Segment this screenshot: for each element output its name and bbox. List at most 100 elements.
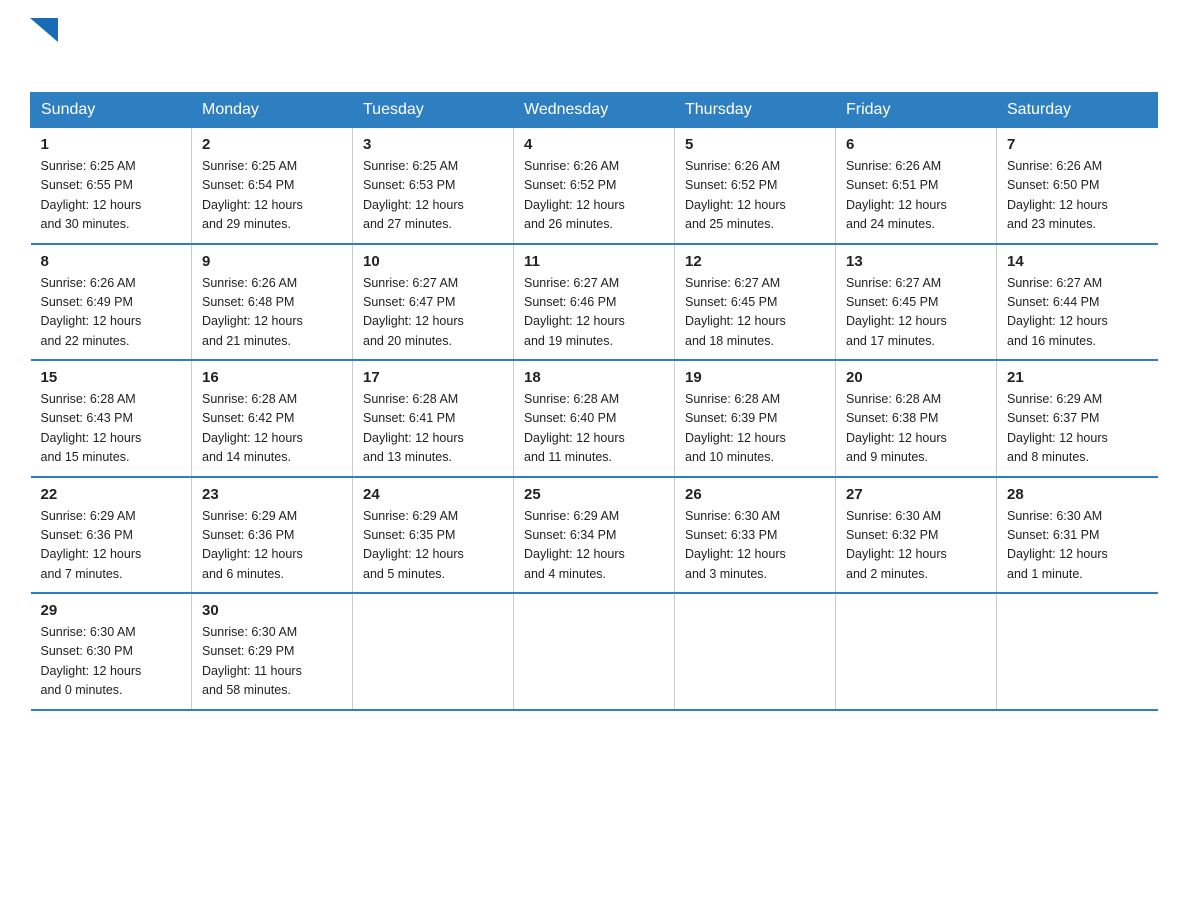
day-number: 2 <box>202 136 342 153</box>
calendar-cell: 11 Sunrise: 6:27 AMSunset: 6:46 PMDaylig… <box>514 244 675 361</box>
day-info: Sunrise: 6:25 AMSunset: 6:55 PMDaylight:… <box>41 157 182 235</box>
day-info: Sunrise: 6:26 AMSunset: 6:49 PMDaylight:… <box>41 274 182 352</box>
day-number: 1 <box>41 136 182 153</box>
day-info: Sunrise: 6:29 AMSunset: 6:34 PMDaylight:… <box>524 507 664 585</box>
calendar-cell: 1 Sunrise: 6:25 AMSunset: 6:55 PMDayligh… <box>31 128 192 244</box>
calendar-cell <box>675 593 836 710</box>
day-info: Sunrise: 6:27 AMSunset: 6:46 PMDaylight:… <box>524 274 664 352</box>
calendar-cell: 21 Sunrise: 6:29 AMSunset: 6:37 PMDaylig… <box>997 360 1158 477</box>
calendar-cell: 26 Sunrise: 6:30 AMSunset: 6:33 PMDaylig… <box>675 477 836 594</box>
day-number: 20 <box>846 369 986 386</box>
calendar-cell: 22 Sunrise: 6:29 AMSunset: 6:36 PMDaylig… <box>31 477 192 594</box>
day-info: Sunrise: 6:26 AMSunset: 6:52 PMDaylight:… <box>685 157 825 235</box>
day-info: Sunrise: 6:30 AMSunset: 6:32 PMDaylight:… <box>846 507 986 585</box>
day-number: 9 <box>202 253 342 270</box>
calendar-cell: 18 Sunrise: 6:28 AMSunset: 6:40 PMDaylig… <box>514 360 675 477</box>
day-number: 10 <box>363 253 503 270</box>
logo <box>30 20 58 76</box>
day-number: 27 <box>846 486 986 503</box>
calendar-cell: 14 Sunrise: 6:27 AMSunset: 6:44 PMDaylig… <box>997 244 1158 361</box>
day-number: 25 <box>524 486 664 503</box>
calendar-cell: 4 Sunrise: 6:26 AMSunset: 6:52 PMDayligh… <box>514 128 675 244</box>
calendar-cell: 9 Sunrise: 6:26 AMSunset: 6:48 PMDayligh… <box>192 244 353 361</box>
day-number: 6 <box>846 136 986 153</box>
day-number: 28 <box>1007 486 1148 503</box>
calendar-cell: 3 Sunrise: 6:25 AMSunset: 6:53 PMDayligh… <box>353 128 514 244</box>
weekday-header-row: SundayMondayTuesdayWednesdayThursdayFrid… <box>31 93 1158 128</box>
day-info: Sunrise: 6:28 AMSunset: 6:41 PMDaylight:… <box>363 390 503 468</box>
calendar-cell: 30 Sunrise: 6:30 AMSunset: 6:29 PMDaylig… <box>192 593 353 710</box>
day-info: Sunrise: 6:27 AMSunset: 6:45 PMDaylight:… <box>685 274 825 352</box>
day-info: Sunrise: 6:28 AMSunset: 6:38 PMDaylight:… <box>846 390 986 468</box>
calendar-cell: 27 Sunrise: 6:30 AMSunset: 6:32 PMDaylig… <box>836 477 997 594</box>
calendar-cell: 6 Sunrise: 6:26 AMSunset: 6:51 PMDayligh… <box>836 128 997 244</box>
weekday-header-monday: Monday <box>192 93 353 128</box>
day-info: Sunrise: 6:30 AMSunset: 6:30 PMDaylight:… <box>41 623 182 701</box>
weekday-header-saturday: Saturday <box>997 93 1158 128</box>
day-number: 11 <box>524 253 664 270</box>
day-number: 26 <box>685 486 825 503</box>
day-info: Sunrise: 6:25 AMSunset: 6:53 PMDaylight:… <box>363 157 503 235</box>
calendar-cell: 17 Sunrise: 6:28 AMSunset: 6:41 PMDaylig… <box>353 360 514 477</box>
day-info: Sunrise: 6:30 AMSunset: 6:33 PMDaylight:… <box>685 507 825 585</box>
day-info: Sunrise: 6:26 AMSunset: 6:51 PMDaylight:… <box>846 157 986 235</box>
day-info: Sunrise: 6:30 AMSunset: 6:29 PMDaylight:… <box>202 623 342 701</box>
calendar-cell: 13 Sunrise: 6:27 AMSunset: 6:45 PMDaylig… <box>836 244 997 361</box>
calendar-cell: 15 Sunrise: 6:28 AMSunset: 6:43 PMDaylig… <box>31 360 192 477</box>
calendar-cell <box>514 593 675 710</box>
day-info: Sunrise: 6:26 AMSunset: 6:48 PMDaylight:… <box>202 274 342 352</box>
weekday-header-wednesday: Wednesday <box>514 93 675 128</box>
day-number: 17 <box>363 369 503 386</box>
day-number: 21 <box>1007 369 1148 386</box>
day-info: Sunrise: 6:28 AMSunset: 6:43 PMDaylight:… <box>41 390 182 468</box>
day-info: Sunrise: 6:30 AMSunset: 6:31 PMDaylight:… <box>1007 507 1148 585</box>
day-info: Sunrise: 6:29 AMSunset: 6:35 PMDaylight:… <box>363 507 503 585</box>
week-row-2: 8 Sunrise: 6:26 AMSunset: 6:49 PMDayligh… <box>31 244 1158 361</box>
calendar-cell <box>353 593 514 710</box>
calendar-cell: 28 Sunrise: 6:30 AMSunset: 6:31 PMDaylig… <box>997 477 1158 594</box>
week-row-5: 29 Sunrise: 6:30 AMSunset: 6:30 PMDaylig… <box>31 593 1158 710</box>
day-info: Sunrise: 6:26 AMSunset: 6:52 PMDaylight:… <box>524 157 664 235</box>
logo-triangle-icon <box>30 18 58 42</box>
week-row-4: 22 Sunrise: 6:29 AMSunset: 6:36 PMDaylig… <box>31 477 1158 594</box>
day-info: Sunrise: 6:28 AMSunset: 6:42 PMDaylight:… <box>202 390 342 468</box>
day-number: 14 <box>1007 253 1148 270</box>
day-info: Sunrise: 6:29 AMSunset: 6:36 PMDaylight:… <box>41 507 182 585</box>
day-number: 13 <box>846 253 986 270</box>
calendar-cell: 20 Sunrise: 6:28 AMSunset: 6:38 PMDaylig… <box>836 360 997 477</box>
calendar-cell: 2 Sunrise: 6:25 AMSunset: 6:54 PMDayligh… <box>192 128 353 244</box>
calendar-cell: 16 Sunrise: 6:28 AMSunset: 6:42 PMDaylig… <box>192 360 353 477</box>
day-info: Sunrise: 6:27 AMSunset: 6:45 PMDaylight:… <box>846 274 986 352</box>
day-number: 7 <box>1007 136 1148 153</box>
week-row-1: 1 Sunrise: 6:25 AMSunset: 6:55 PMDayligh… <box>31 128 1158 244</box>
day-info: Sunrise: 6:28 AMSunset: 6:39 PMDaylight:… <box>685 390 825 468</box>
day-info: Sunrise: 6:26 AMSunset: 6:50 PMDaylight:… <box>1007 157 1148 235</box>
week-row-3: 15 Sunrise: 6:28 AMSunset: 6:43 PMDaylig… <box>31 360 1158 477</box>
day-info: Sunrise: 6:25 AMSunset: 6:54 PMDaylight:… <box>202 157 342 235</box>
day-info: Sunrise: 6:27 AMSunset: 6:44 PMDaylight:… <box>1007 274 1148 352</box>
day-number: 15 <box>41 369 182 386</box>
day-number: 29 <box>41 602 182 619</box>
day-info: Sunrise: 6:29 AMSunset: 6:37 PMDaylight:… <box>1007 390 1148 468</box>
calendar-cell: 19 Sunrise: 6:28 AMSunset: 6:39 PMDaylig… <box>675 360 836 477</box>
calendar-cell: 8 Sunrise: 6:26 AMSunset: 6:49 PMDayligh… <box>31 244 192 361</box>
day-number: 24 <box>363 486 503 503</box>
day-number: 19 <box>685 369 825 386</box>
header <box>30 20 1158 76</box>
calendar-cell: 29 Sunrise: 6:30 AMSunset: 6:30 PMDaylig… <box>31 593 192 710</box>
weekday-header-thursday: Thursday <box>675 93 836 128</box>
day-number: 5 <box>685 136 825 153</box>
day-number: 8 <box>41 253 182 270</box>
weekday-header-tuesday: Tuesday <box>353 93 514 128</box>
calendar-cell: 23 Sunrise: 6:29 AMSunset: 6:36 PMDaylig… <box>192 477 353 594</box>
calendar-cell <box>997 593 1158 710</box>
day-number: 4 <box>524 136 664 153</box>
weekday-header-sunday: Sunday <box>31 93 192 128</box>
day-info: Sunrise: 6:27 AMSunset: 6:47 PMDaylight:… <box>363 274 503 352</box>
weekday-header-friday: Friday <box>836 93 997 128</box>
day-number: 3 <box>363 136 503 153</box>
day-info: Sunrise: 6:29 AMSunset: 6:36 PMDaylight:… <box>202 507 342 585</box>
day-number: 23 <box>202 486 342 503</box>
calendar-cell: 12 Sunrise: 6:27 AMSunset: 6:45 PMDaylig… <box>675 244 836 361</box>
calendar-cell: 5 Sunrise: 6:26 AMSunset: 6:52 PMDayligh… <box>675 128 836 244</box>
